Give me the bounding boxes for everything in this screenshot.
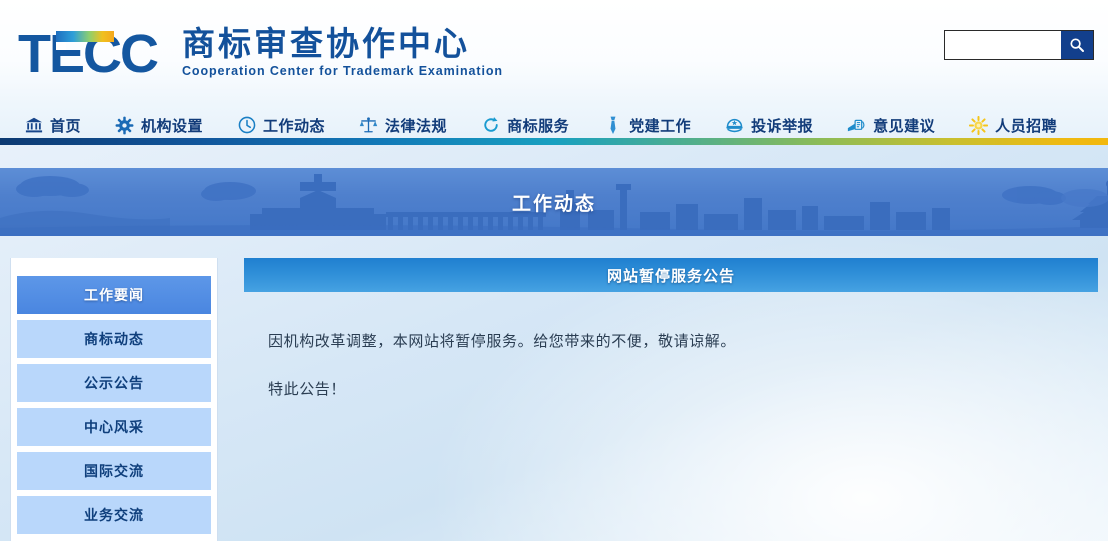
nav-item-recruitment[interactable]: 人员招聘: [969, 115, 1057, 136]
nav-item-complaints[interactable]: 投诉举报: [725, 115, 813, 136]
article-panel: 网站暂停服务公告 因机构改革调整，本网站将暂停服务。给您带来的不便，敬请谅解。 …: [244, 258, 1098, 420]
site-header: TECC 商标审查协作中心 Cooperation Center for Tra…: [0, 0, 1108, 105]
bank-building-icon: [24, 116, 43, 135]
nav-item-trademark-service[interactable]: 商标服务: [481, 115, 569, 136]
nav-label: 商标服务: [507, 116, 570, 135]
logo-gradient-bar-icon: [56, 31, 114, 42]
search-icon: [1070, 38, 1084, 52]
sidebar-item-label: 中心风采: [84, 420, 144, 436]
brand-title-cn: 商标审查协作中心: [182, 24, 470, 63]
nav-label: 工作动态: [263, 116, 326, 135]
article-title: 网站暂停服务公告: [606, 266, 735, 285]
sidebar-item-center-showcase[interactable]: 中心风采: [17, 408, 211, 446]
sun-burst-icon: [969, 115, 989, 135]
logo-bar-notch: [56, 42, 66, 50]
sidebar-item-work-headlines[interactable]: 工作要闻: [17, 276, 211, 314]
nav-gradient-underline: [0, 138, 1108, 145]
banner-title: 工作动态: [511, 192, 596, 215]
sidebar-item-label: 业务交流: [84, 508, 144, 524]
nav-label: 首页: [50, 116, 82, 135]
search-input[interactable]: [945, 31, 1061, 59]
nav-item-home[interactable]: 首页: [24, 115, 81, 136]
nav-item-laws[interactable]: 法律法规: [359, 115, 447, 136]
nav-label: 机构设置: [141, 116, 204, 135]
necktie-icon: [603, 116, 622, 135]
article-paragraph: 因机构改革调整，本网站将暂停服务。给您带来的不便，敬请谅解。: [268, 332, 737, 350]
sidebar-item-label: 国际交流: [84, 464, 144, 480]
nav-label: 意见建议: [873, 116, 936, 135]
scales-of-justice-icon: [359, 116, 378, 135]
nav-label: 法律法规: [385, 116, 448, 135]
nav-label: 投诉举报: [751, 116, 814, 135]
nav-item-organization[interactable]: 机构设置: [115, 115, 203, 136]
refresh-arrow-icon: [481, 116, 500, 135]
sidebar-item-label: 商标动态: [84, 332, 144, 348]
clock-icon: [237, 116, 256, 135]
brand-block[interactable]: TECC 商标审查协作中心 Cooperation Center for Tra…: [18, 12, 503, 82]
brand-title-en: Cooperation Center for Trademark Examina…: [182, 64, 503, 78]
page-banner: 工作动态: [0, 168, 1108, 236]
article-paragraph: 特此公告！: [268, 380, 347, 398]
search-box[interactable]: [944, 30, 1094, 60]
nav-label: 人员招聘: [995, 116, 1058, 135]
page-root: TECC 商标审查协作中心 Cooperation Center for Tra…: [0, 0, 1108, 541]
brand-titles: 商标审查协作中心 Cooperation Center for Trademar…: [182, 24, 503, 82]
sidebar-item-international-exchange[interactable]: 国际交流: [17, 452, 211, 490]
main-navigation: 首页 机构设置 工作动态 法律法规 商标服务 党建工作 投诉举报 意见建议 人员…: [0, 105, 1108, 145]
police-cap-icon: [725, 116, 744, 135]
mailbox-icon: [847, 116, 866, 135]
sidebar-nav: 工作要闻 商标动态 公示公告 中心风采 国际交流 业务交流: [10, 258, 218, 541]
content-area: 工作要闻 商标动态 公示公告 中心风采 国际交流 业务交流 网站暂停服务公告 因…: [0, 236, 1108, 541]
gear-icon: [115, 116, 134, 135]
nav-item-suggestions[interactable]: 意见建议: [847, 115, 935, 136]
nav-label: 党建工作: [629, 116, 692, 135]
article-body: 因机构改革调整，本网站将暂停服务。给您带来的不便，敬请谅解。 特此公告！: [244, 292, 1098, 420]
tecc-logo: TECC: [18, 26, 164, 82]
search-button[interactable]: [1061, 31, 1093, 59]
nav-item-party-building[interactable]: 党建工作: [603, 115, 691, 136]
sidebar-item-public-notices[interactable]: 公示公告: [17, 364, 211, 402]
nav-item-work-updates[interactable]: 工作动态: [237, 115, 325, 136]
sidebar-item-label: 工作要闻: [84, 288, 144, 304]
sidebar-item-label: 公示公告: [84, 376, 144, 392]
sidebar-item-business-exchange[interactable]: 业务交流: [17, 496, 211, 534]
sidebar-item-trademark-news[interactable]: 商标动态: [17, 320, 211, 358]
article-title-bar: 网站暂停服务公告: [244, 258, 1098, 292]
